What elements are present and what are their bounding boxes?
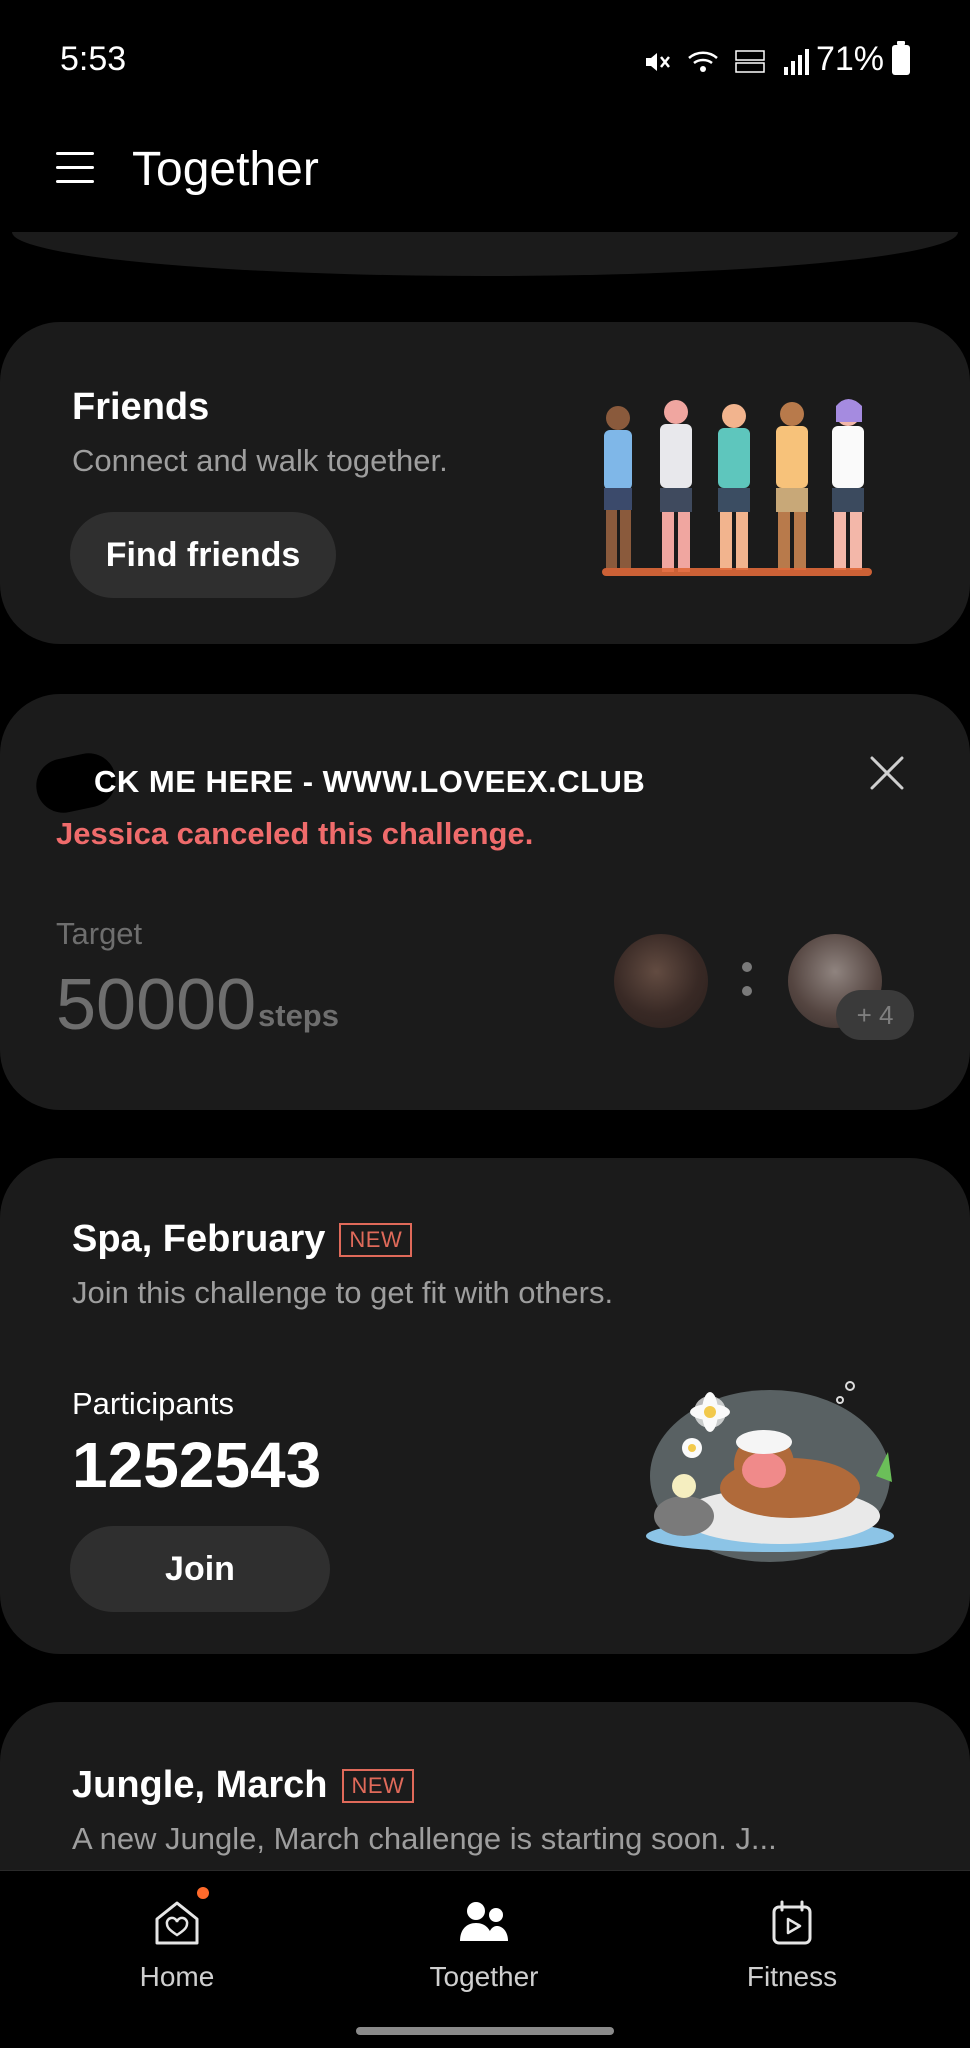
challenge-card[interactable]: CK ME HERE - WWW.LOVEEX.CLUB Jessica can… bbox=[0, 694, 970, 1110]
spa-subtitle: Join this challenge to get fit with othe… bbox=[72, 1275, 614, 1310]
challenge-status: Jessica canceled this challenge. bbox=[56, 816, 534, 851]
versus-separator bbox=[742, 962, 754, 1006]
jungle-subtitle: A new Jungle, March challenge is startin… bbox=[72, 1821, 777, 1856]
target-value: 50000 bbox=[56, 965, 257, 1045]
new-badge: NEW bbox=[341, 1768, 415, 1803]
spa-illustration bbox=[646, 1381, 894, 1562]
nav-item-fitness[interactable]: Fitness bbox=[692, 1893, 892, 1993]
join-button[interactable]: Join bbox=[70, 1526, 330, 1612]
spa-title: Spa, February bbox=[72, 1218, 326, 1260]
challenge-title: CK ME HERE - WWW.LOVEEX.CLUB bbox=[94, 764, 646, 799]
signal-icon bbox=[784, 49, 809, 75]
status-bar: 5:53 71% bbox=[0, 0, 970, 120]
nav-item-together[interactable]: Together bbox=[384, 1893, 584, 1993]
friends-card[interactable]: Friends Connect and walk together. Find … bbox=[0, 322, 970, 644]
battery-status: 71% bbox=[816, 40, 910, 79]
home-icon bbox=[147, 1887, 209, 1953]
nav-label-fitness: Fitness bbox=[746, 1961, 838, 1992]
notification-dot bbox=[197, 1887, 209, 1899]
nav-label-together: Together bbox=[429, 1961, 539, 1992]
participants-label: Participants bbox=[72, 1386, 234, 1421]
spa-challenge-card[interactable]: Spa, February NEW Join this challenge to… bbox=[0, 1158, 970, 1654]
wifi-icon bbox=[688, 51, 718, 72]
jungle-title-row: Jungle, March NEW bbox=[72, 1764, 852, 1807]
find-friends-button[interactable]: Find friends bbox=[70, 512, 336, 598]
status-time: 5:53 bbox=[60, 40, 127, 78]
nav-label-home: Home bbox=[139, 1961, 215, 1992]
nav-item-home[interactable]: Home bbox=[77, 1887, 277, 1993]
new-badge: NEW bbox=[339, 1222, 413, 1257]
participants-count: 1252543 bbox=[72, 1429, 322, 1501]
target-unit: steps bbox=[258, 998, 339, 1033]
page-title: Together bbox=[132, 143, 319, 196]
battery-icon bbox=[892, 40, 910, 75]
close-icon[interactable] bbox=[862, 748, 912, 798]
spa-title-row: Spa, February NEW bbox=[72, 1218, 613, 1261]
home-indicator[interactable] bbox=[356, 2027, 614, 2035]
fitness-icon bbox=[762, 1893, 822, 1953]
spa-text: Spa, February NEW Join this challenge to… bbox=[72, 1218, 613, 1311]
status-icons bbox=[642, 42, 810, 82]
previous-card-edge bbox=[12, 232, 958, 276]
friends-illustration bbox=[602, 399, 872, 576]
app-bar: Together bbox=[0, 120, 970, 220]
menu-icon[interactable] bbox=[56, 152, 94, 186]
friends-subtitle: Connect and walk together. bbox=[72, 443, 448, 478]
jungle-challenge-card[interactable]: Jungle, March NEW A new Jungle, March ch… bbox=[0, 1702, 970, 1870]
bottom-navigation: Home Together Fitness bbox=[0, 1870, 970, 2048]
extra-participants-badge: + 4 bbox=[836, 990, 914, 1040]
avatar bbox=[614, 934, 708, 1028]
people-icon bbox=[454, 1893, 514, 1953]
jungle-title: Jungle, March bbox=[72, 1764, 328, 1806]
jungle-text: Jungle, March NEW A new Jungle, March ch… bbox=[72, 1764, 852, 1857]
friends-title: Friends bbox=[72, 386, 210, 428]
friends-text: Friends Connect and walk together. bbox=[72, 386, 448, 479]
battery-percent: 71% bbox=[815, 40, 884, 78]
mute-icon bbox=[646, 53, 670, 71]
target-label: Target bbox=[56, 916, 143, 951]
lte-icon bbox=[735, 50, 765, 73]
